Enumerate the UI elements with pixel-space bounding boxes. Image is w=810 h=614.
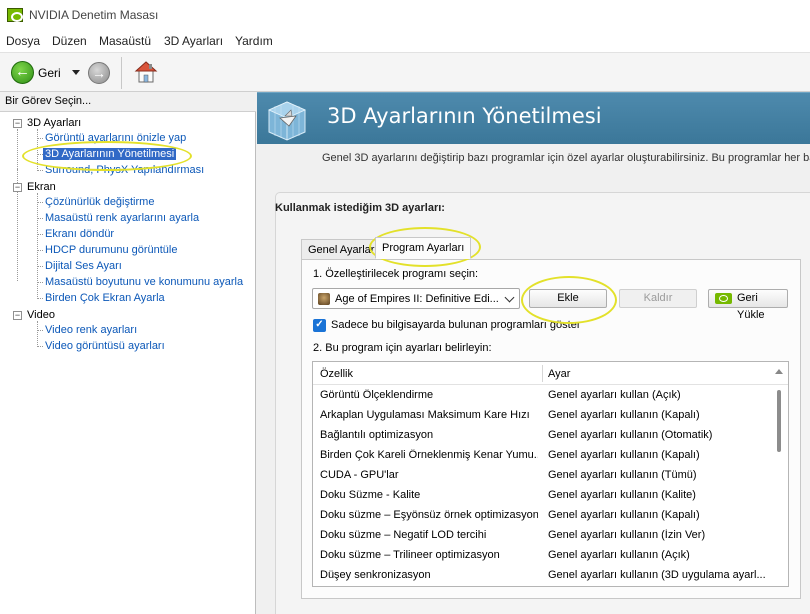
feature-cell: CUDA - GPU'lar: [320, 469, 399, 481]
panel-title: Kullanmak istediğim 3D ayarları:: [275, 202, 445, 214]
3d-settings-cube-icon: [268, 101, 306, 141]
tree-item-surround-physx[interactable]: Surround, PhysX Yapılandırması: [45, 164, 204, 176]
page-banner: 3D Ayarlarının Yönetilmesi: [257, 92, 810, 144]
task-tree-header: Bir Görev Seçin...: [0, 92, 256, 112]
menu-desktop[interactable]: Masaüstü: [99, 34, 151, 48]
table-row[interactable]: CUDA - GPU'lar Genel ayarları kullanın (T…: [313, 465, 773, 485]
program-icon: [318, 293, 330, 305]
tree-item-desktop-size-position[interactable]: Masaüstü boyutunu ve konumunu ayarla: [45, 276, 243, 288]
menu-edit[interactable]: Düzen: [52, 34, 87, 48]
table-row[interactable]: Doku Süzme - Kalite Genel ayarları kullan…: [313, 485, 773, 505]
feature-cell: Görüntü Ölçeklendirme: [320, 389, 434, 401]
settings-table: Özellik Ayar Görüntü Ölçeklendirme Genel …: [312, 361, 789, 587]
tree-category-display[interactable]: Ekran: [27, 181, 56, 193]
table-row[interactable]: Birden Çok Kareli Örneklenmiş Kenar Yumu…: [313, 445, 773, 465]
feature-cell: Doku süzme – Eşyönsüz örnek optimizasyon…: [320, 509, 538, 521]
collapse-display-icon[interactable]: −: [13, 183, 22, 192]
table-row[interactable]: Doku süzme – Trilineer optimizasyon Genel…: [313, 545, 773, 565]
title-bar: NVIDIA Denetim Masası: [0, 0, 810, 30]
tree-item-desktop-color[interactable]: Masaüstü renk ayarlarını ayarla: [45, 212, 199, 224]
window-title: NVIDIA Denetim Masası: [29, 8, 159, 22]
feature-cell: Bağlantılı optimizasyon: [320, 429, 434, 441]
feature-cell: Arkaplan Uygulaması Maksimum Kare Hızı: [320, 409, 530, 421]
menu-3d-settings[interactable]: 3D Ayarları: [164, 34, 223, 48]
tree-item-video-image[interactable]: Video görüntüsü ayarları: [45, 340, 165, 352]
settings-table-header: Özellik Ayar: [313, 362, 788, 385]
table-row[interactable]: Görüntü Ölçeklendirme Genel ayarları kull…: [313, 385, 773, 405]
setting-cell[interactable]: Genel ayarları kullanın (Tümü): [548, 469, 766, 481]
setting-cell[interactable]: Genel ayarları kullanın (Otomatik): [548, 429, 766, 441]
tree-item-manage-3d-settings[interactable]: 3D Ayarlarının Yönetilmesi: [43, 148, 177, 160]
chevron-down-icon: [504, 292, 515, 303]
tab-global-settings[interactable]: Genel Ayarlar: [301, 239, 382, 260]
column-header-feature[interactable]: Özellik: [320, 368, 353, 380]
table-row[interactable]: Arkaplan Uygulaması Maksimum Kare Hızı Ge…: [313, 405, 773, 425]
setting-cell[interactable]: Genel ayarları kullanın (Kapalı): [548, 509, 766, 521]
restore-button-label: Geri Yükle: [737, 292, 765, 321]
page-intro-text: Genel 3D ayarlarını değiştirip bazı prog…: [322, 152, 810, 164]
back-history-dropdown-icon[interactable]: [72, 70, 80, 75]
feature-cell: Doku süzme – Negatif LOD tercihi: [320, 529, 487, 541]
feature-cell: Doku süzme – Trilineer optimizasyon: [320, 549, 500, 561]
feature-cell: Birden Çok Kareli Örneklenmiş Kenar Yumu…: [320, 449, 538, 461]
nvidia-app-icon: [7, 8, 23, 22]
tree-item-digital-audio[interactable]: Dijital Ses Ayarı: [45, 260, 122, 272]
setting-cell[interactable]: Genel ayarları kullanın (Kapalı): [548, 449, 766, 461]
show-local-programs-label[interactable]: Sadece bu bilgisayarda bulunan programla…: [331, 319, 581, 331]
remove-button[interactable]: Kaldır: [619, 289, 697, 308]
program-select[interactable]: Age of Empires II: Definitive Edi...: [312, 288, 520, 309]
tree-item-hdcp-status[interactable]: HDCP durumunu görüntüle: [45, 244, 177, 256]
selected-program: Age of Empires II: Definitive Edi...: [335, 293, 499, 305]
table-row[interactable]: Doku süzme – Eşyönsüz örnek optimizasyon…: [313, 505, 773, 525]
menu-file[interactable]: Dosya: [6, 34, 40, 48]
add-button[interactable]: Ekle: [529, 289, 607, 308]
back-button-label[interactable]: Geri: [38, 66, 61, 80]
tree-item-video-color[interactable]: Video renk ayarları: [45, 324, 137, 336]
setting-cell[interactable]: Genel ayarları kullanın (Kapalı): [548, 409, 766, 421]
tree-item-rotate-display[interactable]: Ekranı döndür: [45, 228, 114, 240]
content-pane: 3D Ayarlarının Yönetilmesi Genel 3D ayar…: [257, 92, 810, 614]
setting-cell[interactable]: Genel ayarları kullan (Açık): [548, 389, 766, 401]
table-row[interactable]: Doku süzme – Negatif LOD tercihi Genel ay…: [313, 525, 773, 545]
feature-cell: Düşey senkronizasyon: [320, 569, 431, 581]
setting-cell[interactable]: Genel ayarları kullanın (Açık): [548, 549, 766, 561]
table-row[interactable]: Düşey senkronizasyon Genel ayarları kulla…: [313, 565, 773, 585]
setting-cell[interactable]: Genel ayarları kullanın (İzin Ver): [548, 529, 766, 541]
feature-cell: Doku Süzme - Kalite: [320, 489, 421, 501]
show-local-programs-checkbox[interactable]: ✓: [313, 319, 326, 332]
tab-program-settings[interactable]: Program Ayarları: [375, 237, 472, 259]
tree-category-3d-settings[interactable]: 3D Ayarları: [27, 117, 81, 129]
task-tree-pane: Bir Görev Seçin... − 3D Ayarları Görüntü…: [0, 92, 256, 614]
tree-item-multiple-displays[interactable]: Birden Çok Ekran Ayarla: [45, 292, 165, 304]
collapse-3d-settings-icon[interactable]: −: [13, 119, 22, 128]
forward-arrow-icon[interactable]: →: [88, 62, 110, 84]
toolbar: ← Geri →: [0, 52, 810, 92]
nvidia-logo-icon: [715, 293, 732, 304]
setting-cell[interactable]: Genel ayarları kullanın (3D uygulama aya…: [548, 569, 766, 581]
scrollbar-thumb[interactable]: [777, 390, 781, 452]
scroll-up-arrow-icon[interactable]: [775, 369, 783, 374]
menu-help[interactable]: Yardım: [235, 34, 273, 48]
home-icon[interactable]: [134, 59, 158, 85]
step1-label: 1. Özelleştirilecek programı seçin:: [313, 268, 479, 280]
setting-cell[interactable]: Genel ayarları kullanın (Kalite): [548, 489, 766, 501]
menu-bar: Dosya Düzen Masaüstü 3D Ayarları Yardım: [0, 30, 810, 52]
page-title: 3D Ayarlarının Yönetilmesi: [327, 104, 602, 128]
tree-item-preview-image-settings[interactable]: Görüntü ayarlarını önizle yap: [45, 132, 186, 144]
step2-label: 2. Bu program için ayarları belirleyin:: [313, 342, 492, 354]
collapse-video-icon[interactable]: −: [13, 311, 22, 320]
tree-category-video[interactable]: Video: [27, 309, 55, 321]
table-row[interactable]: Bağlantılı optimizasyon Genel ayarları ku…: [313, 425, 773, 445]
back-arrow-icon[interactable]: ←: [11, 61, 34, 84]
restore-button[interactable]: Geri Yükle: [708, 289, 788, 321]
column-header-setting[interactable]: Ayar: [548, 368, 570, 380]
tree-item-change-resolution[interactable]: Çözünürlük değiştirme: [45, 196, 154, 208]
toolbar-separator: [121, 57, 122, 89]
